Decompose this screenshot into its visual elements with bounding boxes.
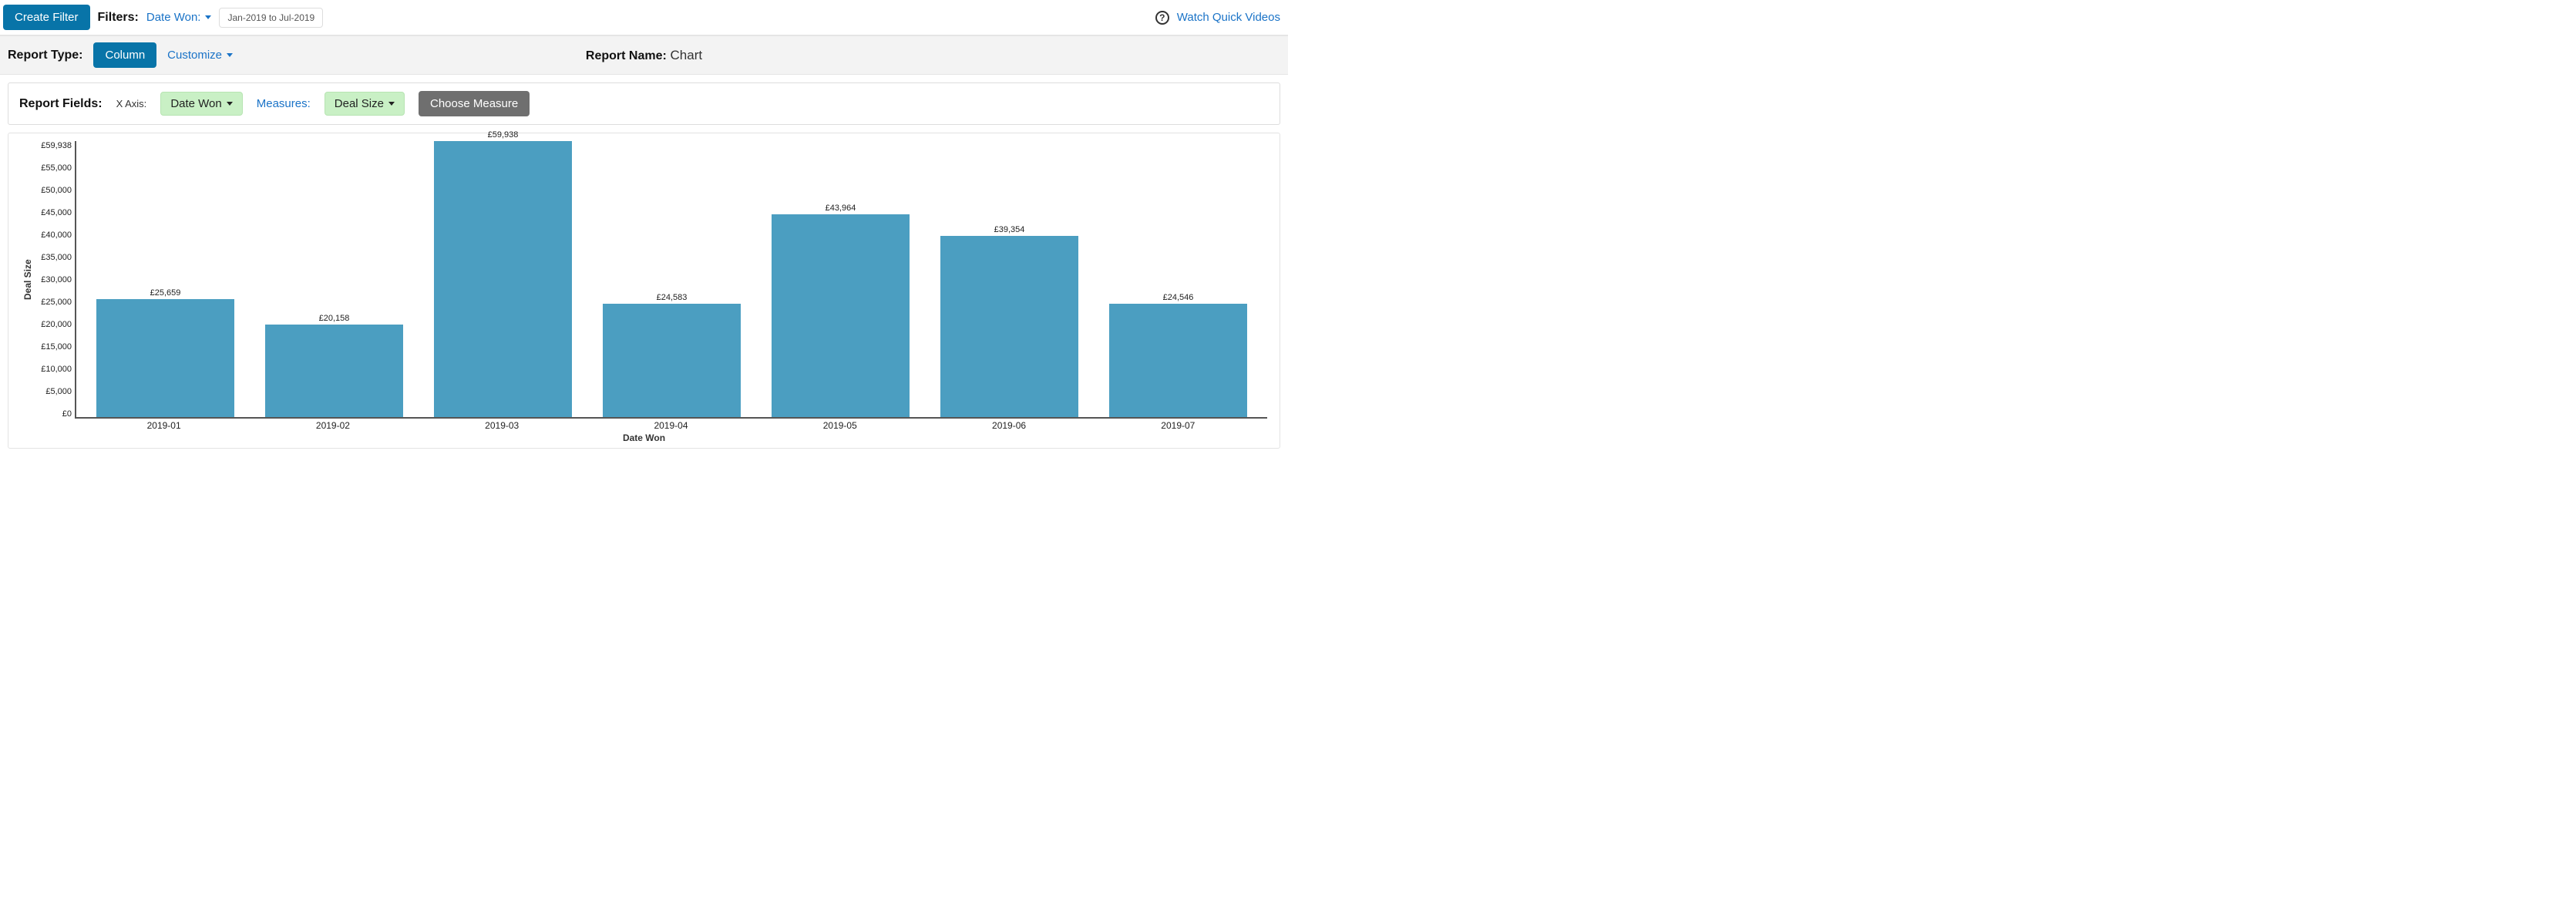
report-type-bar: Report Type: Column Customize Report Nam… [0,35,1288,75]
chart-bar-slot: £24,583 [587,141,756,417]
x-axis-ticks: 2019-012019-022019-032019-042019-052019-… [75,419,1267,431]
y-tick: £30,000 [41,275,72,284]
x-tick: 2019-05 [755,420,924,431]
report-name: Report Name: Chart [586,48,702,63]
bar-value-label: £20,158 [319,314,350,323]
y-tick: £20,000 [41,320,72,329]
create-filter-button[interactable]: Create Filter [3,5,90,30]
bar-value-label: £25,659 [150,288,181,298]
x-tick: 2019-07 [1094,420,1263,431]
caret-down-icon [227,102,233,106]
chart-plot: £25,659 £20,158 £59,938 £24,583 £43,964 £39,3… [75,141,1267,419]
caret-down-icon [227,53,233,57]
chart-bar-slot: £25,659 [81,141,250,417]
caret-down-icon [205,15,211,19]
x-tick: 2019-04 [587,420,755,431]
y-tick: £40,000 [41,230,72,240]
y-tick: £45,000 [41,208,72,217]
report-fields-bar: Report Fields: X Axis: Date Won Measures… [8,82,1280,125]
measure-value: Deal Size [335,97,384,110]
choose-measure-button[interactable]: Choose Measure [419,91,530,116]
chart-area: Deal Size £59,938 £55,000 £50,000 £45,000 £4… [21,141,1267,419]
y-tick: £50,000 [41,186,72,195]
measures-label: Measures: [257,97,311,110]
report-type-label: Report Type: [8,49,82,62]
filter-field-text: Date Won: [146,11,201,24]
y-tick: £59,938 [41,141,72,150]
report-name-label: Report Name: [586,49,667,62]
chart-panel: Deal Size £59,938 £55,000 £50,000 £45,000 £4… [8,133,1280,449]
bar-value-label: £59,938 [488,130,519,140]
chart-bar-slot: £39,354 [925,141,1094,417]
y-tick: £35,000 [41,253,72,262]
x-tick: 2019-01 [79,420,248,431]
y-tick: £55,000 [41,163,72,173]
y-tick: £10,000 [41,365,72,374]
x-tick: 2019-03 [418,420,587,431]
report-type-button[interactable]: Column [93,42,156,68]
xaxis-label: X Axis: [116,98,147,109]
watch-videos-link[interactable]: Watch Quick Videos [1177,11,1280,24]
filters-label: Filters: [98,11,139,25]
y-tick: £0 [62,409,72,419]
chart-bar-slot: £43,964 [756,141,925,417]
x-tick: 2019-02 [248,420,417,431]
chart-bar-slot: £59,938 [419,141,587,417]
chart-bar-slot: £20,158 [250,141,419,417]
help-icon[interactable]: ? [1155,11,1169,25]
chart-bar[interactable] [265,325,404,417]
chart-bar[interactable] [1109,304,1248,417]
xaxis-dropdown[interactable]: Date Won [160,92,242,116]
bar-value-label: £43,964 [826,204,856,213]
y-tick: £5,000 [45,387,72,396]
measure-dropdown[interactable]: Deal Size [325,92,405,116]
bar-value-label: £24,583 [657,293,688,302]
filter-field-dropdown[interactable]: Date Won: [146,11,212,24]
y-tick: £25,000 [41,298,72,307]
customize-dropdown[interactable]: Customize [167,49,233,62]
chart-bar[interactable] [96,299,235,417]
y-tick: £15,000 [41,342,72,352]
chart-bar[interactable] [940,236,1079,417]
x-axis-label: Date Won [21,431,1267,443]
report-name-value: Chart [671,48,703,62]
chart-bar-slot: £24,546 [1094,141,1263,417]
y-axis-ticks: £59,938 £55,000 £50,000 £45,000 £40,000 £35,0… [35,141,75,419]
bar-value-label: £24,546 [1163,293,1194,302]
x-tick: 2019-06 [924,420,1093,431]
bar-value-label: £39,354 [994,225,1025,234]
fields-wrap: Report Fields: X Axis: Date Won Measures… [0,75,1288,133]
chart-bar[interactable] [772,214,910,417]
chart-bar[interactable] [434,141,573,417]
xaxis-value: Date Won [170,97,221,110]
customize-text: Customize [167,49,222,62]
filter-bar: Create Filter Filters: Date Won: Jan-201… [0,0,1288,35]
y-axis-label: Deal Size [21,141,35,419]
chart-bar[interactable] [603,304,742,417]
report-fields-label: Report Fields: [19,97,103,111]
caret-down-icon [388,102,395,106]
filter-range-pill[interactable]: Jan-2019 to Jul-2019 [219,8,323,28]
